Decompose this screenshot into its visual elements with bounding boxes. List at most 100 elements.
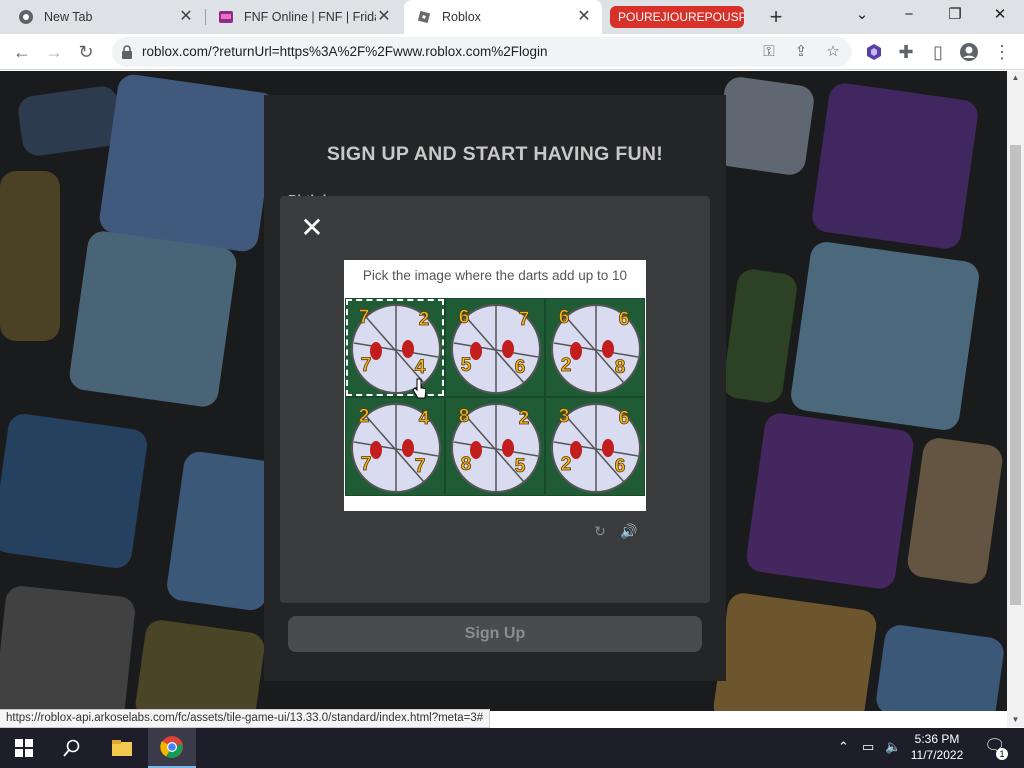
close-icon[interactable]: ✕ [300,214,324,242]
windows-start-icon[interactable] [0,728,48,768]
dart-number: 2 [519,408,530,429]
lock-icon [122,45,132,59]
dart-number: 4 [419,408,430,429]
dart-icon [402,340,414,358]
dart-number: 6 [619,309,630,330]
profile-avatar-icon[interactable] [957,40,981,64]
extensions-puzzle-icon[interactable]: ✚ [894,40,918,64]
share-icon[interactable]: ⇪ [791,42,811,62]
dart-number: 7 [361,355,372,376]
dart-icon [402,439,414,457]
dart-number: 5 [461,355,472,376]
dart-number: 7 [359,307,370,328]
dart-number: 8 [459,406,470,427]
dart-number: 6 [559,307,570,328]
hand-cursor-icon [412,378,426,399]
sign-up-button[interactable]: Sign Up [288,616,702,652]
dart-number: 7 [361,454,372,475]
dart-number: 7 [415,456,426,477]
dart-number: 6 [619,408,630,429]
clock-time: 5:36 PM [914,732,960,746]
dart-number: 6 [459,307,470,328]
dart-number: 2 [419,309,430,330]
screen: New Tab ✕ FNF Online | FNF | Friday ✕ Ro… [0,0,1024,768]
tab-search-icon[interactable]: ⌄ [848,4,876,26]
menu-kebab-icon[interactable]: ⋮ [990,40,1014,64]
forward-icon[interactable]: → [42,40,66,64]
status-url: https://roblox-api.arkoselabs.com/fc/ass… [0,709,491,728]
captcha-modal: ✕ Pick the image where the darts add up … [280,196,710,603]
tab-title: New Tab [44,10,93,24]
captcha-panel: Pick the image where the darts add up to… [344,260,646,511]
address-bar[interactable]: roblox.com/?returnUrl=https%3A%2F%2Fwww.… [112,37,852,67]
vertical-scrollbar[interactable]: ▲ ▼ [1007,71,1024,727]
new-tab-button[interactable]: + [766,6,786,28]
captcha-tile[interactable]: 8 2 8 5 [445,397,545,496]
volume-icon[interactable]: 🔈 [885,739,901,755]
tab-group-chip[interactable]: POUREJIOUREPOUSPO [610,6,744,28]
roblox-page: SIGN UP AND START HAVING FUN! Birthday S… [0,71,1007,711]
extension-cube-icon[interactable] [862,40,886,64]
clock-date: 11/7/2022 [910,748,964,762]
signup-title: SIGN UP AND START HAVING FUN! [326,143,664,165]
dart-number: 2 [561,355,572,376]
close-tab-icon[interactable]: ✕ [576,9,592,25]
captcha-tile[interactable]: 2 4 7 7 [345,397,445,496]
tab-fnf[interactable]: FNF Online | FNF | Friday ✕ [206,0,402,34]
dart-icon [502,340,514,358]
dartboard-image: 2 4 7 7 [351,403,441,493]
tab-title: FNF Online | FNF | Friday [244,10,376,24]
search-icon[interactable] [48,728,96,768]
dart-number: 2 [359,406,370,427]
restore-icon[interactable]: ❐ [941,4,969,26]
dart-number: 4 [415,357,426,378]
tab-roblox[interactable]: Roblox ✕ [404,0,602,34]
dart-number: 6 [515,357,526,378]
dart-number: 6 [615,456,626,477]
captcha-tile[interactable]: 3 6 2 6 [545,397,645,496]
captcha-tile[interactable]: 7 2 7 4 [345,298,445,397]
chrome-taskbar-icon[interactable] [148,728,196,768]
captcha-tile[interactable]: 6 6 2 8 [545,298,645,397]
tab-title: Roblox [442,10,481,24]
close-window-icon[interactable]: ✕ [986,4,1014,26]
captcha-tile[interactable]: 6 7 5 6 [445,298,545,397]
refresh-icon[interactable]: ↻ [591,522,609,540]
dart-number: 8 [615,357,626,378]
fnf-icon [218,9,234,25]
tab-group-label: POUREJIOUREPOUSPO [618,10,744,24]
network-icon[interactable]: ▭ [862,739,874,755]
dart-icon [470,342,482,360]
dart-icon [470,441,482,459]
roblox-icon [416,9,432,25]
windows-taskbar: ⌃ ▭ 🔈 5:36 PM 11/7/2022 🗨 1 [0,728,1024,768]
scroll-thumb[interactable] [1010,145,1021,605]
tray-chevron-icon[interactable]: ⌃ [838,739,849,755]
captcha-prompt: Pick the image where the darts add up to… [362,268,628,283]
side-panel-icon[interactable]: ▯ [926,40,950,64]
tab-new-tab[interactable]: New Tab ✕ [0,0,204,34]
key-icon[interactable]: ⚿ [759,42,779,62]
scroll-up-icon[interactable]: ▲ [1007,71,1024,85]
dart-icon [502,439,514,457]
browser-toolbar: ← → ↻ roblox.com/?returnUrl=https%3A%2F%… [0,34,1024,70]
scroll-down-icon[interactable]: ▼ [1007,713,1024,727]
dart-icon [602,439,614,457]
reload-icon[interactable]: ↻ [74,40,98,64]
audio-icon[interactable]: 🔊 [620,522,638,540]
close-tab-icon[interactable]: ✕ [376,9,392,25]
taskbar-clock[interactable]: 5:36 PM 11/7/2022 [906,731,968,763]
back-icon[interactable]: ← [10,40,34,64]
dartboard-image: 7 2 7 4 [351,304,441,394]
tab-strip: New Tab ✕ FNF Online | FNF | Friday ✕ Ro… [0,0,1024,34]
close-tab-icon[interactable]: ✕ [178,9,194,25]
dart-icon [370,441,382,459]
dart-number: 8 [461,454,472,475]
dart-icon [570,342,582,360]
dartboard-image: 3 6 2 6 [551,403,641,493]
minimize-icon[interactable]: − [895,4,923,26]
dartboard-image: 6 7 5 6 [451,304,541,394]
file-explorer-icon[interactable] [98,728,146,768]
dart-icon [602,340,614,358]
bookmark-star-icon[interactable]: ☆ [823,42,843,62]
